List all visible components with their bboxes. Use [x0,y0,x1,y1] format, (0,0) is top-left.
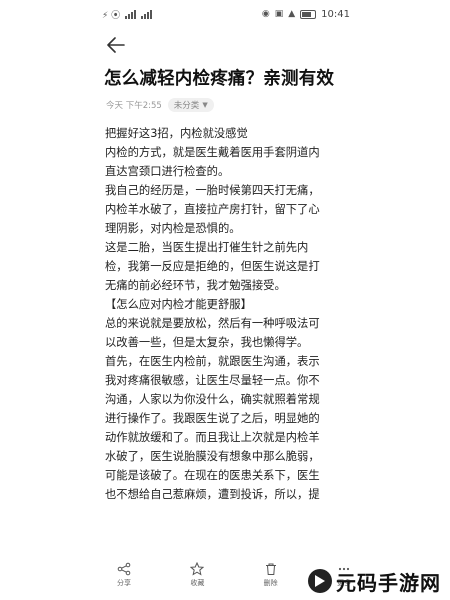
nfc-icon: ▣ [274,9,284,19]
star-icon [190,562,205,576]
status-right: ◉ ▣ ▲ 10:41 [262,9,350,20]
signal-icon-2 [141,9,153,19]
article-body: 把握好这3招，内检就没感觉 内检的方式，就是医生戴着医用手套阴道内 直达宫颈口进… [105,124,350,504]
article-title: 怎么减轻内检疼痛？亲测有效 [104,69,335,89]
body-line: 总的来说就是要放松，然后有一种呼吸法可 [105,317,320,330]
eye-icon: ◉ [261,9,270,19]
share-button[interactable]: 分享 [104,562,144,588]
body-line: 也不想给自己惹麻烦，遭到投诉，所以，提 [105,488,320,501]
watermark-text: 元码手游网 [336,570,441,595]
back-arrow-icon [107,37,125,53]
category-selector[interactable]: 未分类 ▼ [167,98,214,112]
signal-icon [125,9,137,19]
battery-icon [300,9,317,19]
body-line: 这是二胎，当医生提出打催生针之前先内 [105,241,309,254]
body-line: 动作就放缓和了。而且我让上次就是内检羊 [105,431,320,444]
body-line: 无痛的前必经环节，我才勉强接受。 [105,279,286,292]
back-button[interactable] [104,34,128,56]
watermark-logo-icon [308,569,332,593]
body-line: 检，我第一反应是拒绝的，但医生说这是打 [105,260,320,273]
category-label: 未分类 [173,101,200,111]
delete-button[interactable]: 删除 [251,562,291,588]
body-line: 内检的方式，就是医生戴着医用手套阴道内 [105,146,320,159]
body-line: 进行操作了。我跟医生说了之后，明显她的 [105,412,320,425]
delete-label: 删除 [263,579,278,587]
status-bar: ⚡ ⦿ ◉ ▣ ▲ 10:41 [0,0,450,28]
chevron-down-icon: ▼ [202,101,208,109]
status-left: ⚡ ⦿ [102,8,153,21]
body-line: 内检羊水破了，直接拉产房打针，留下了心 [105,203,320,216]
article-date: 今天 下午2:55 [106,101,162,111]
body-line: 直达宫颈口进行检查的。 [105,165,230,178]
favorite-button[interactable]: 收藏 [177,562,217,588]
share-label: 分享 [117,579,131,587]
article-meta: 今天 下午2:55 未分类 ▼ [106,98,214,112]
body-line: 我对疼痛很敏感，让医生尽量轻一点。你不 [105,374,320,387]
wifi-icon: ▲ [288,9,296,19]
body-line: 以改善一些，但是太复杂，我也懒得学。 [105,336,309,349]
favorite-label: 收藏 [190,579,205,587]
body-line: 理阴影，对内检是恐惧的。 [105,222,241,235]
body-line: 水破了，医生说胎膜没有想象中那么脆弱， [105,450,320,463]
watermark: 元码手游网 [308,562,450,600]
clock: 10:41 [321,8,350,20]
body-line: 沟通，人家以为你没什么，确实就照着常规 [105,393,320,406]
body-line: 我自己的经历是，一胎时候第四天打无痛， [105,184,320,197]
body-line: 首先，在医生内检前，就跟医生沟通，表示 [105,355,320,368]
trash-icon [265,563,276,575]
body-line: 【怎么应对内检才能更舒服】 [105,298,252,311]
share-icon [117,562,131,576]
body-line: 把握好这3招，内检就没感觉 [105,127,248,140]
notification-icons: ⚡ ⦿ [102,10,121,21]
body-line: 可能是该破了。在现在的医患关系下，医生 [105,469,320,482]
